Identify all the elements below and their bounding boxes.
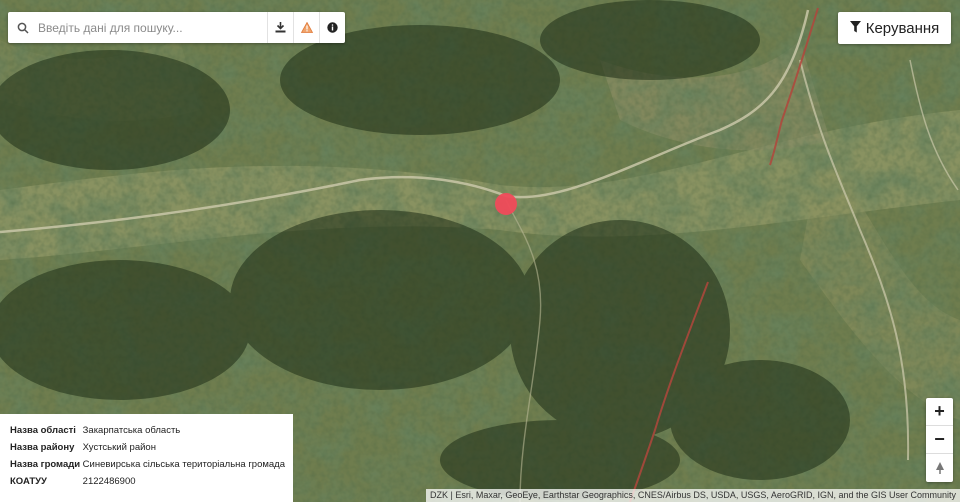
info-value: Хустський район [82,442,156,453]
location-marker[interactable] [495,193,517,215]
info-row: Назва району Хустський район [10,439,285,456]
info-key: Назва району [10,442,75,453]
info-value: Закарпатська область [82,425,181,436]
info-value: 2122486900 [82,476,136,487]
filter-icon [849,20,861,37]
info-icon[interactable] [319,12,345,43]
info-row: Назва області Закарпатська область [10,422,285,439]
info-row: КОАТУУ 2122486900 [10,473,285,490]
warning-icon[interactable] [293,12,319,43]
north-arrow-icon[interactable] [926,454,953,482]
info-table: Назва області Закарпатська область Назва… [10,422,285,490]
info-key: Назва громади [10,459,81,470]
info-key: КОАТУУ [10,476,47,487]
controls-label: Керування [865,19,940,37]
info-key: Назва області [10,425,76,436]
controls-button[interactable]: Керування [838,12,951,44]
info-row: Назва громади Синевирська сільська терит… [10,456,285,473]
search-bar [8,12,345,43]
search-icon[interactable] [8,12,38,43]
zoom-in-button[interactable]: + [926,398,953,426]
search-input[interactable] [38,13,267,42]
map-attribution[interactable]: DZK | Esri, Maxar, GeoEye, Earthstar Geo… [425,489,960,502]
download-icon[interactable] [267,12,293,43]
zoom-out-button[interactable]: − [926,426,953,454]
info-panel: Назва області Закарпатська область Назва… [0,414,293,502]
info-value: Синевирська сільська територіальна грома… [82,459,285,470]
zoom-control: + − [926,398,953,482]
